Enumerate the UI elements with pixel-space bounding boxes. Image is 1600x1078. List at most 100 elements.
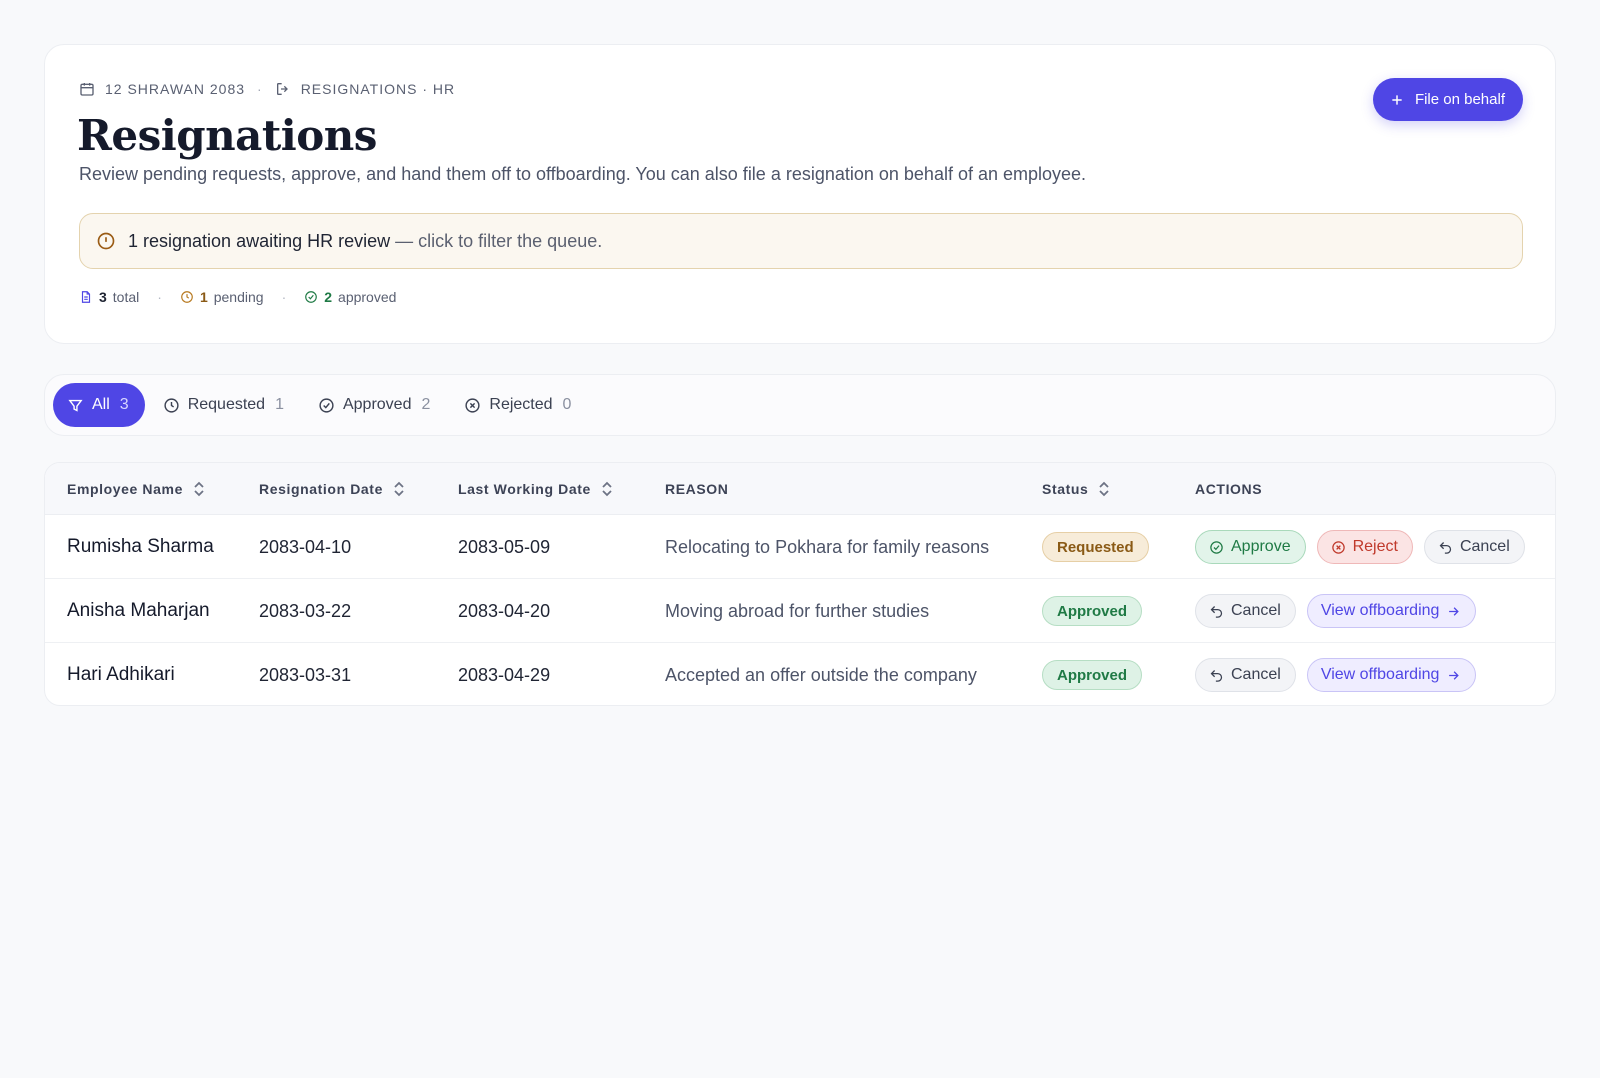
alert-strong-text: 1 resignation awaiting HR review — [128, 230, 391, 251]
cancel-label: Cancel — [1231, 602, 1281, 619]
stat-approved-label: approved — [338, 289, 397, 305]
last-working-date: 2083-05-09 — [458, 536, 551, 557]
document-icon — [79, 290, 93, 304]
column-header-label: Last Working Date — [458, 481, 591, 497]
column-header-reason: REASON — [665, 463, 729, 515]
column-header-label: ACTIONS — [1195, 481, 1263, 497]
file-on-behalf-label: File on behalf — [1414, 91, 1505, 108]
logout-icon — [275, 81, 291, 97]
approve-label: Approve — [1231, 538, 1291, 555]
stat-total: 3 total — [79, 289, 139, 305]
resignations-table: Employee Name Resignation Date Last Work… — [44, 462, 1556, 706]
resignation-date: 2083-03-31 — [259, 664, 352, 685]
column-header-label: Employee Name — [67, 481, 183, 497]
cancel-label: Cancel — [1231, 666, 1281, 683]
column-header-label: REASON — [665, 481, 729, 497]
page-title: Resignations — [77, 111, 377, 160]
last-working-date: 2083-04-29 — [458, 664, 551, 685]
alert-circle-icon — [96, 231, 116, 251]
undo-icon — [1438, 540, 1453, 555]
arrow-right-icon — [1446, 668, 1461, 683]
employee-name: Anisha Maharjan — [67, 600, 210, 621]
table-row: Anisha Maharjan 2083-03-22 2083-04-20 Mo… — [45, 579, 1555, 643]
sort-icon — [193, 481, 205, 497]
undo-icon — [1209, 604, 1224, 619]
table-row: Rumisha Sharma 2083-04-10 2083-05-09 Rel… — [45, 515, 1555, 579]
check-circle-icon — [318, 397, 335, 414]
filter-tab-requested[interactable]: Requested 1 — [149, 383, 300, 427]
arrow-right-icon — [1446, 604, 1461, 619]
filter-tab-label: Requested — [187, 396, 266, 413]
stat-approved: 2 approved — [304, 289, 396, 305]
status-cell: Approved — [1042, 643, 1143, 705]
cancel-button[interactable]: Cancel — [1195, 594, 1296, 628]
sort-icon — [601, 481, 613, 497]
view-offboarding-button[interactable]: View offboarding — [1306, 594, 1477, 628]
filter-tab-count: 2 — [421, 396, 431, 413]
filter-tab-approved[interactable]: Approved 2 — [304, 383, 446, 427]
stat-separator: · — [157, 289, 162, 305]
status-cell: Requested — [1042, 515, 1149, 579]
sort-icon — [1098, 481, 1110, 497]
reject-label: Reject — [1352, 538, 1398, 555]
check-circle-icon — [1209, 540, 1224, 555]
filter-tab-all[interactable]: All 3 — [53, 383, 145, 427]
resignation-date: 2083-04-10 — [259, 536, 352, 557]
reject-button[interactable]: Reject — [1316, 530, 1413, 564]
resignation-date: 2083-03-22 — [259, 600, 352, 621]
table-row: Hari Adhikari 2083-03-31 2083-04-29 Acce… — [45, 643, 1555, 705]
pending-review-alert[interactable]: 1 resignation awaiting HR review — click… — [79, 213, 1523, 269]
column-header-resignation-date[interactable]: Resignation Date — [259, 463, 405, 515]
filter-tab-count: 0 — [562, 396, 572, 413]
actions-cell: Cancel View offboarding — [1195, 579, 1477, 643]
cancel-label: Cancel — [1459, 538, 1510, 555]
check-circle-icon — [304, 290, 318, 304]
column-header-status[interactable]: Status — [1042, 463, 1110, 515]
x-circle-icon — [1331, 540, 1346, 555]
page-subtitle: Review pending requests, approve, and ha… — [79, 164, 1087, 184]
header-date: 12 SHRAWAN 2083 — [105, 81, 246, 97]
filter-tab-label: Rejected — [489, 396, 553, 413]
table-header: Employee Name Resignation Date Last Work… — [45, 463, 1555, 515]
cancel-button[interactable]: Cancel — [1195, 658, 1296, 692]
column-header-label: Status — [1042, 481, 1089, 497]
reason: Accepted an offer outside the company — [665, 664, 977, 685]
employee-name: Hari Adhikari — [67, 664, 175, 685]
column-header-last-working-date[interactable]: Last Working Date — [458, 463, 613, 515]
column-header-employee-name[interactable]: Employee Name — [67, 463, 205, 515]
view-offboarding-button[interactable]: View offboarding — [1306, 658, 1477, 692]
file-on-behalf-button[interactable]: File on behalf — [1372, 78, 1523, 121]
undo-icon — [1209, 668, 1224, 683]
filter-tab-count: 3 — [119, 396, 129, 413]
status-cell: Approved — [1042, 579, 1143, 643]
status-filter-bar: All 3 Requested 1 Approved 2 Rejected 0 — [44, 374, 1556, 436]
funnel-icon — [67, 397, 84, 414]
stat-separator: · — [281, 289, 287, 305]
status-badge: Approved — [1042, 596, 1143, 626]
stat-total-count: 3 — [99, 289, 107, 305]
filter-tab-count: 1 — [275, 396, 284, 413]
alert-text: 1 resignation awaiting HR review — click… — [128, 231, 602, 252]
filter-tab-label: All — [92, 396, 110, 413]
employee-name: Rumisha Sharma — [67, 536, 214, 557]
page-header-card: 12 SHRAWAN 2083 · RESIGNATIONS · HR Resi… — [44, 44, 1556, 344]
filter-tab-label: Approved — [342, 396, 412, 413]
calendar-icon — [79, 81, 95, 97]
cancel-button[interactable]: Cancel — [1423, 530, 1525, 564]
stat-total-label: total — [112, 289, 140, 305]
view-offboarding-label: View offboarding — [1320, 666, 1440, 683]
reason: Relocating to Pokhara for family reasons — [665, 536, 990, 557]
actions-cell: Approve Reject Cancel — [1195, 515, 1525, 579]
sort-icon — [393, 481, 405, 497]
last-working-date: 2083-04-20 — [458, 600, 551, 621]
stat-pending-label: pending — [213, 289, 264, 305]
clock-icon — [163, 397, 180, 414]
meta-row: 12 SHRAWAN 2083 · RESIGNATIONS · HR — [79, 79, 455, 99]
approve-button[interactable]: Approve — [1195, 530, 1306, 564]
filter-tab-rejected[interactable]: Rejected 0 — [450, 383, 587, 427]
stat-approved-count: 2 — [324, 289, 333, 305]
stat-pending: 1 pending — [180, 289, 264, 305]
view-offboarding-label: View offboarding — [1320, 602, 1440, 619]
column-header-actions: ACTIONS — [1195, 463, 1262, 515]
alert-rest-text: — click to filter the queue. — [390, 230, 603, 251]
